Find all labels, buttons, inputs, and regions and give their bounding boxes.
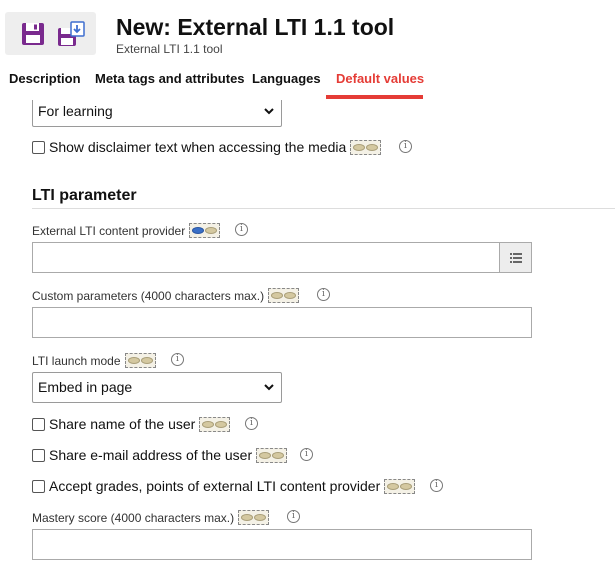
save-icon[interactable] xyxy=(21,22,45,46)
usage-select-value: For learning xyxy=(38,103,113,119)
info-icon[interactable]: i xyxy=(300,448,313,461)
tag-chip-icon[interactable] xyxy=(256,447,288,463)
content-provider-label: External LTI content provider xyxy=(32,223,221,239)
accept-grades-label: Accept grades, points of external LTI co… xyxy=(49,478,416,495)
disclaimer-checkbox[interactable] xyxy=(32,141,45,154)
share-name-checkbox[interactable] xyxy=(32,418,45,431)
content-provider-input[interactable] xyxy=(32,242,532,273)
tag-chip-icon[interactable] xyxy=(238,510,270,526)
share-email-label: Share e-mail address of the user xyxy=(49,447,288,464)
share-name-label: Share name of the user xyxy=(49,416,231,433)
section-title: LTI parameter xyxy=(32,187,137,204)
chevron-down-icon xyxy=(264,108,274,115)
tag-chip-icon[interactable] xyxy=(350,139,382,155)
tag-chip-icon[interactable] xyxy=(268,288,300,304)
info-icon[interactable]: i xyxy=(245,417,258,430)
tag-chip-icon[interactable] xyxy=(199,416,231,432)
section-divider xyxy=(32,208,615,209)
info-icon[interactable]: i xyxy=(317,288,330,301)
page-subtitle: External LTI 1.1 tool xyxy=(116,42,223,56)
content-provider-picker-button[interactable] xyxy=(499,242,532,273)
info-icon[interactable]: i xyxy=(171,353,184,366)
tab-meta-tags[interactable]: Meta tags and attributes xyxy=(95,71,245,86)
launch-mode-label: LTI launch mode xyxy=(32,353,156,369)
tag-chip-icon[interactable] xyxy=(124,353,156,369)
header: New: External LTI 1.1 tool External LTI … xyxy=(0,0,615,100)
mastery-score-label: Mastery score (4000 characters max.) xyxy=(32,510,270,526)
save-as-icon[interactable] xyxy=(56,20,86,48)
tag-chip-icon[interactable] xyxy=(384,478,416,494)
info-icon[interactable]: i xyxy=(399,140,412,153)
usage-select[interactable]: For learning xyxy=(32,100,282,127)
tab-languages[interactable]: Languages xyxy=(252,71,321,86)
toolbar xyxy=(5,12,96,55)
page-title: New: External LTI 1.1 tool xyxy=(116,14,395,40)
launch-mode-select[interactable]: Embed in page xyxy=(32,372,282,403)
tab-description[interactable]: Description xyxy=(9,71,81,86)
accept-grades-checkbox[interactable] xyxy=(32,480,45,493)
info-icon[interactable]: i xyxy=(430,479,443,492)
launch-mode-value: Embed in page xyxy=(38,379,133,395)
chevron-down-icon xyxy=(264,384,274,391)
form-content: For learning Show disclaimer text when a… xyxy=(0,100,615,580)
custom-params-label: Custom parameters (4000 characters max.) xyxy=(32,288,300,304)
info-icon[interactable]: i xyxy=(287,510,300,523)
disclaimer-label: Show disclaimer text when accessing the … xyxy=(49,139,382,156)
tab-bar: Description Meta tags and attributes Lan… xyxy=(0,66,615,100)
tab-default-values[interactable]: Default values xyxy=(336,71,424,86)
custom-params-input[interactable] xyxy=(32,307,532,338)
share-email-checkbox[interactable] xyxy=(32,449,45,462)
info-icon[interactable]: i xyxy=(235,223,248,236)
list-icon xyxy=(510,253,522,263)
mastery-score-input[interactable] xyxy=(32,529,532,560)
active-tab-indicator xyxy=(326,95,423,99)
tag-chip-icon[interactable] xyxy=(189,223,221,239)
